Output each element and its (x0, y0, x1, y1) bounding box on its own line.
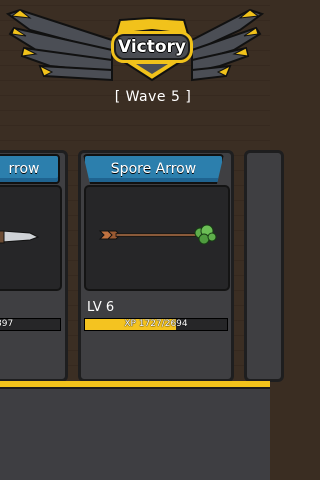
card-title-ribbon-left: rrow (0, 154, 60, 184)
left-wing (5, 8, 113, 82)
spore-arrow-icon (98, 224, 217, 245)
victory-title: Victory (111, 31, 193, 63)
xp-text-main: XP 1727/2694 (124, 319, 188, 329)
level-label: LV 6 (87, 300, 115, 315)
item-slot-main (84, 185, 230, 291)
reward-card-right[interactable] (244, 150, 284, 382)
wave-label: [ Wave 5 ] (114, 89, 192, 105)
xp-text-left: 897 (0, 319, 14, 329)
card-title-ribbon-main: Spore Arrow (83, 154, 224, 184)
dagger-icon (0, 230, 40, 244)
victory-banner: Victory [ Wave 5 ] (0, 0, 270, 110)
bottom-panel (0, 381, 270, 480)
item-slot-left (0, 185, 62, 291)
